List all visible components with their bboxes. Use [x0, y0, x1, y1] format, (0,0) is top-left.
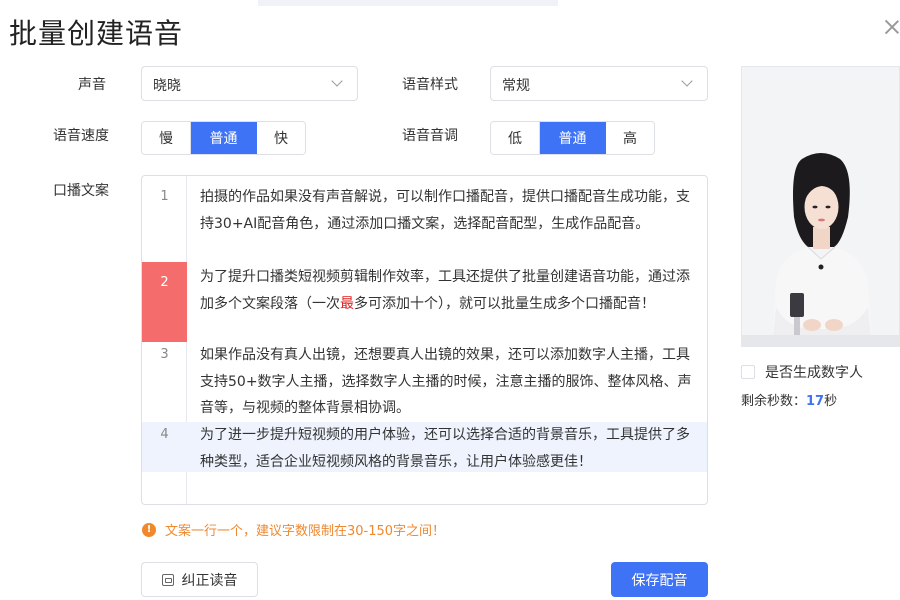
word-limit-tip: ! 文案一行一个，建议字数限制在30-150字之间！: [142, 520, 445, 539]
style-label: 语音样式: [402, 77, 458, 93]
generate-digital-human-checkbox[interactable]: 是否生成数字人: [741, 362, 863, 382]
script-label: 口播文案: [53, 183, 109, 199]
script-line-active[interactable]: 4 为了进一步提升短视频的用户体验，还可以选择合适的背景音乐，工具提供了多种类型…: [142, 422, 707, 472]
speed-option-normal[interactable]: 普通: [191, 122, 257, 154]
style-select[interactable]: 常规: [490, 66, 708, 101]
chevron-down-icon: [331, 75, 343, 87]
chevron-down-icon: [681, 75, 693, 87]
script-line[interactable]: 3 如果作品没有真人出镜，还想要真人出镜的效果，还可以添加数字人主播，工具支持5…: [142, 342, 707, 422]
dialog-title: 批量创建语音: [9, 17, 184, 50]
voice-label: 声音: [78, 77, 106, 93]
remaining-value: 17: [806, 394, 825, 409]
pitch-option-normal[interactable]: 普通: [540, 122, 606, 154]
remaining-label: 剩余秒数：: [741, 394, 807, 409]
line-text: 如果作品没有真人出镜，还想要真人出镜的效果，还可以添加数字人主播，工具支持50+…: [200, 347, 692, 416]
line-text: 为了进一步提升短视频的用户体验，还可以选择合适的背景音乐，工具提供了多种类型，适…: [200, 427, 690, 470]
top-strip: [258, 0, 558, 6]
fix-button-label: 纠正读音: [181, 572, 238, 589]
fix-pronunciation-button[interactable]: 纠正读音: [141, 562, 258, 597]
script-line-error[interactable]: 2 为了提升口播类短视频剪辑制作效率，工具还提供了批量创建语音功能，通过添加多个…: [142, 262, 707, 342]
speed-option-fast[interactable]: 快: [257, 122, 305, 154]
checkbox-box[interactable]: [741, 365, 755, 379]
script-editor[interactable]: 1 拍摄的作品如果没有声音解说，可以制作口播配音，提供口播配音生成功能，支持30…: [141, 175, 708, 505]
line-text-part: 多可添加十个），就可以批量生成多个口播配音！: [354, 295, 655, 312]
line-number: 4: [142, 422, 187, 472]
style-value: 常规: [502, 78, 530, 94]
speed-option-slow[interactable]: 慢: [142, 122, 191, 154]
voice-value: 晓晓: [153, 78, 181, 94]
pitch-option-high[interactable]: 高: [606, 122, 654, 154]
checkbox-label: 是否生成数字人: [765, 365, 863, 381]
save-voice-button[interactable]: 保存配音: [611, 562, 708, 597]
remaining-seconds: 剩余秒数：17秒: [741, 390, 837, 409]
presenter-image: [742, 67, 899, 346]
pitch-label: 语音音调: [402, 128, 458, 144]
close-icon[interactable]: [884, 19, 900, 35]
pronunciation-icon: [161, 573, 174, 586]
line-number: 2: [142, 262, 187, 342]
voice-select[interactable]: 晓晓: [141, 66, 358, 101]
line-number: 1: [160, 189, 169, 204]
pitch-segmented: 低 普通 高: [490, 121, 655, 155]
remaining-unit: 秒: [824, 394, 838, 409]
line-text: 拍摄的作品如果没有声音解说，可以制作口播配音，提供口播配音生成功能，支持30+A…: [200, 189, 690, 232]
line-text-highlight: 最: [340, 295, 354, 312]
speed-segmented: 慢 普通 快: [141, 121, 306, 155]
speed-label: 语音速度: [53, 128, 109, 144]
pitch-option-low[interactable]: 低: [491, 122, 540, 154]
digital-human-preview: [741, 66, 900, 347]
line-number: 3: [160, 347, 169, 362]
tip-text: 文案一行一个，建议字数限制在30-150字之间！: [165, 524, 446, 539]
script-line[interactable]: 1 拍摄的作品如果没有声音解说，可以制作口播配音，提供口播配音生成功能，支持30…: [142, 176, 707, 262]
line-text: 为了提升口播类短视频剪辑制作效率，工具还提供了批量创建语音功能，通过添加多个文案…: [200, 262, 700, 317]
warning-icon: !: [142, 522, 156, 537]
